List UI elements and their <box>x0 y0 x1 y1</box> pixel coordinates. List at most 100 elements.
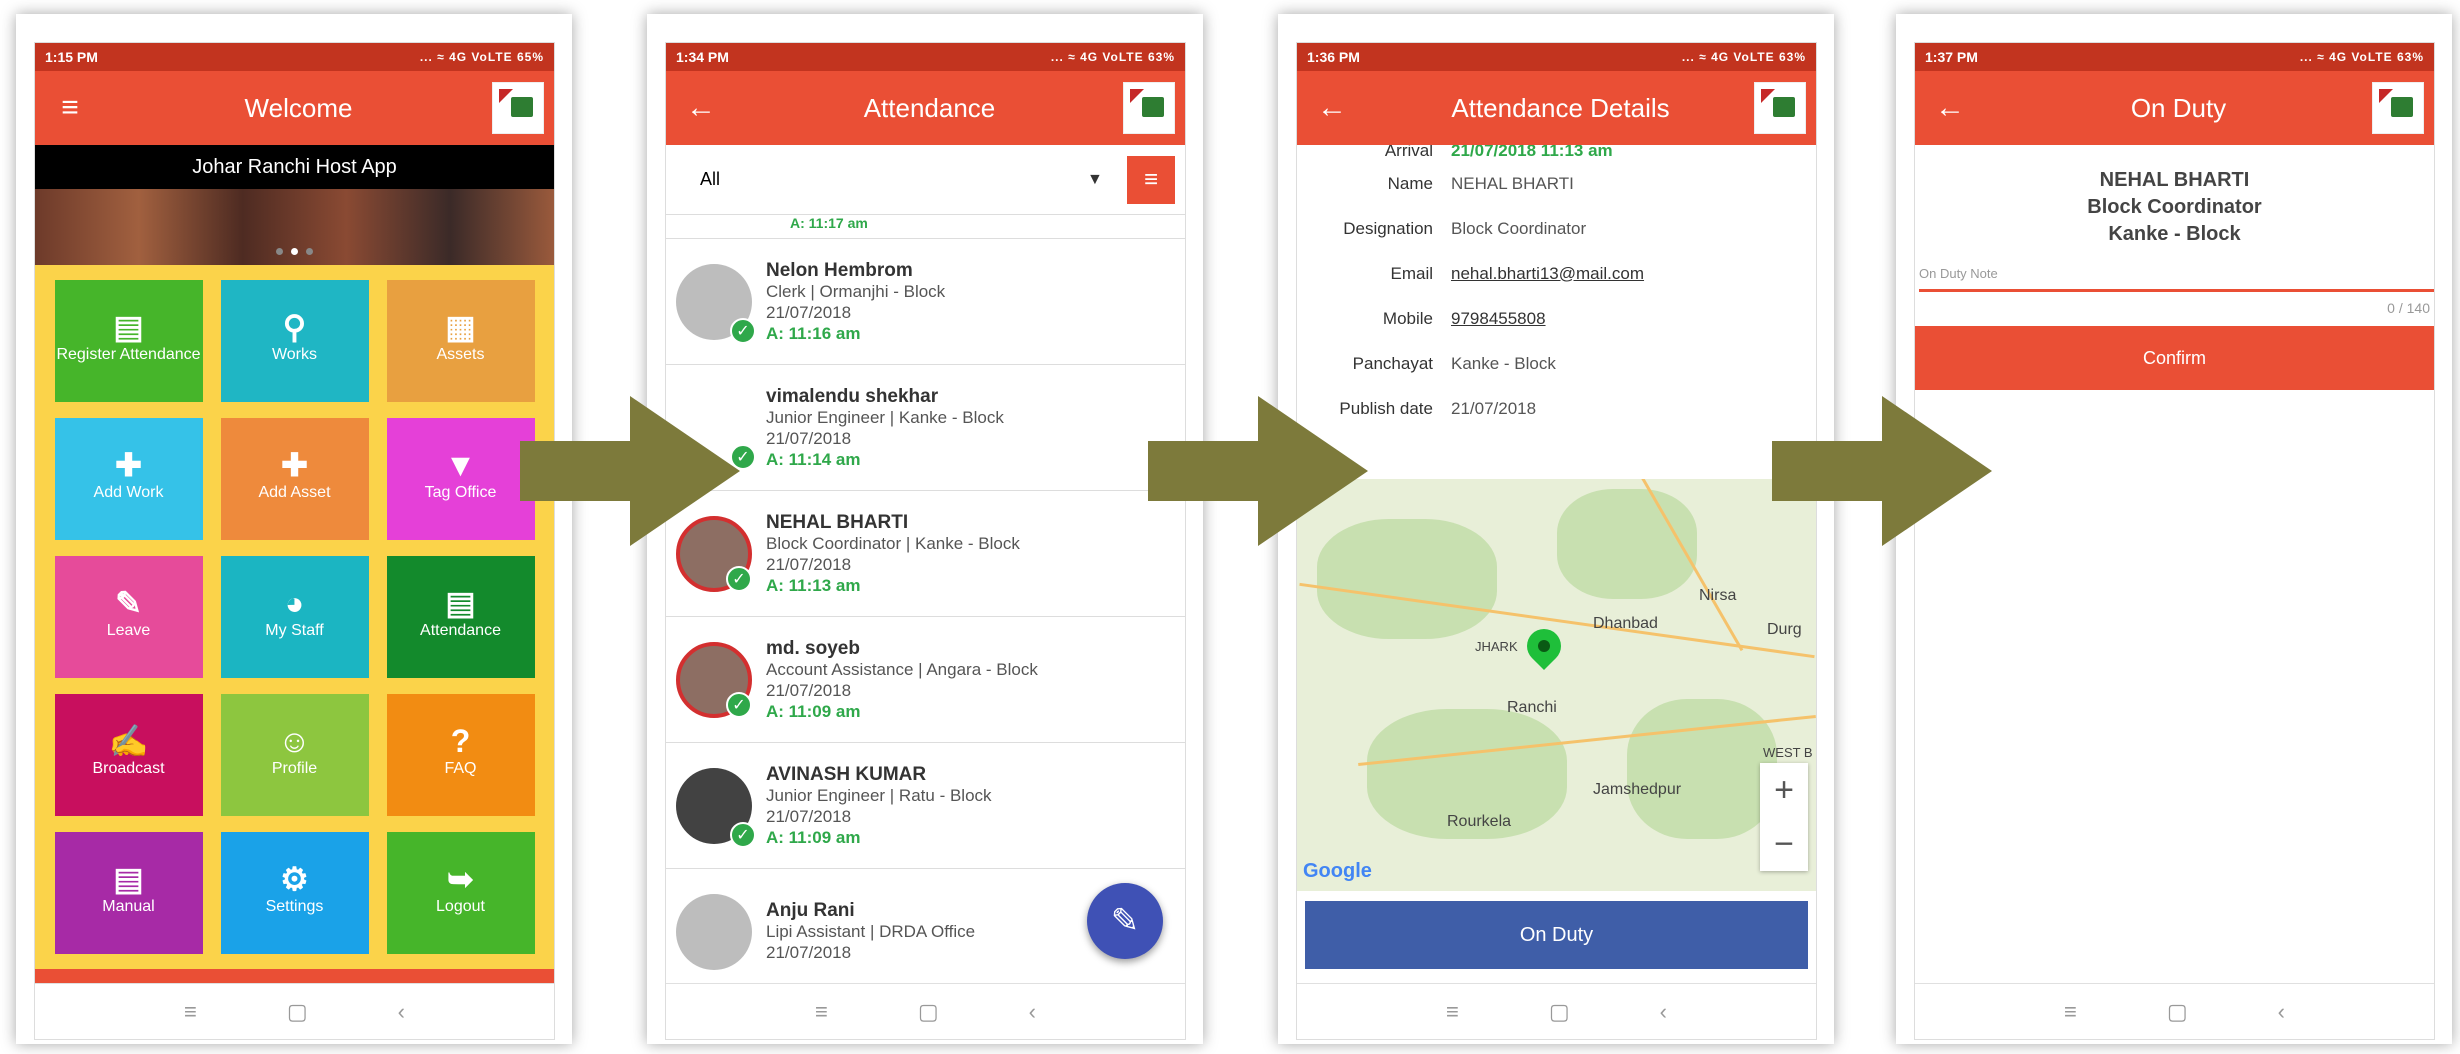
tile-my-staff[interactable]: ◕ My Staff <box>220 556 369 678</box>
staff-role: Clerk | Ormanjhi - Block <box>766 281 946 301</box>
avatar: ✓ <box>676 767 756 848</box>
back-icon[interactable]: ‹ <box>398 999 405 1025</box>
page-title: On Duty <box>2130 92 2227 123</box>
detail-value[interactable]: 9798455808 <box>1451 309 1546 329</box>
pencil-icon: ✎ <box>1110 902 1140 940</box>
tile-broadcast[interactable]: ✍ Broadcast <box>54 694 203 816</box>
location-map[interactable]: Dhanbad Nirsa Durg JHARK Ranchi Jamshedp… <box>1297 479 1816 891</box>
item-info: md. soyeb Account Assistance | Angara - B… <box>766 638 1038 722</box>
detail-key: Arrival <box>1384 145 1433 160</box>
person-summary: NEHAL BHARTI Block Coordinator Kanke - B… <box>1915 145 2434 248</box>
map-label: Nirsa <box>1699 587 1737 604</box>
filter-bar: All ▼ ≡ <box>666 145 1185 215</box>
avatar: ✓ <box>676 263 756 344</box>
filter-icon: ≡ <box>1143 165 1158 193</box>
home-icon[interactable]: ▢ <box>1549 999 1570 1025</box>
tile-icon: ➥ <box>447 861 474 897</box>
tile-attendance[interactable]: ▤ Attendance <box>386 556 535 678</box>
tile-add-asset[interactable]: ✚ Add Asset <box>220 418 369 540</box>
item-info: AVINASH KUMAR Junior Engineer | Ratu - Bl… <box>766 764 992 848</box>
attendance-date: 21/07/2018 <box>766 554 852 574</box>
item-info: NEHAL BHARTI Block Coordinator | Kanke - … <box>766 512 1020 596</box>
arrival-time: A: 11:14 am <box>766 449 861 469</box>
tile-settings[interactable]: ⚙ Settings <box>220 832 369 954</box>
tile-leave[interactable]: ✎ Leave <box>54 556 203 678</box>
tile-faq[interactable]: ? FAQ <box>386 694 535 816</box>
status-indicators: ... ≈ 4G VoLTE 63% <box>1050 50 1175 64</box>
home-icon[interactable]: ▢ <box>287 999 308 1025</box>
app-logo <box>1123 82 1175 134</box>
tile-icon: ? <box>450 723 471 759</box>
detail-value: 21/07/2018 11:13 am <box>1451 145 1613 160</box>
attendance-list-item[interactable]: ✓ md. soyeb Account Assistance | Angara - … <box>666 617 1185 743</box>
on-duty-screen: 1:37 PM ... ≈ 4G VoLTE 63% ← On Duty NEH… <box>1914 42 2435 1040</box>
tile-icon: ▦ <box>445 309 476 345</box>
back-arrow-icon[interactable]: ← <box>1915 91 1985 125</box>
status-indicators: ... ≈ 4G VoLTE 63% <box>2299 50 2424 64</box>
page-title: Attendance Details <box>1451 92 1670 123</box>
recent-apps-icon[interactable]: ≡ <box>184 999 197 1025</box>
recent-apps-icon[interactable]: ≡ <box>1446 999 1459 1025</box>
on-duty-note-field[interactable]: On Duty Note 0 / 140 <box>1915 266 2434 316</box>
tile-label: Add Asset <box>258 484 331 501</box>
detail-row: Mobile 9798455808 <box>1309 296 1804 341</box>
app-bar: ← Attendance Details <box>1297 71 1816 145</box>
dropdown-icon[interactable]: ▼ <box>1087 171 1127 189</box>
attendance-list-item[interactable]: ✓ AVINASH KUMAR Junior Engineer | Ratu - B… <box>666 743 1185 869</box>
location-pin-icon[interactable] <box>1519 621 1569 671</box>
zoom-out-button[interactable]: − <box>1774 825 1794 864</box>
banner-carousel[interactable] <box>35 189 554 265</box>
zoom-in-button[interactable]: + <box>1774 771 1794 810</box>
tile-tag-office[interactable]: ▼ Tag Office <box>386 418 535 540</box>
app-logo <box>2372 82 2424 134</box>
edit-fab-button[interactable]: ✎ <box>1087 883 1163 959</box>
tile-register-attendance[interactable]: ▤ Register Attendance <box>54 280 203 402</box>
tile-assets[interactable]: ▦ Assets <box>386 280 535 402</box>
attendance-list-item[interactable]: ✓ vimalendu shekhar Junior Engineer | Kank… <box>666 365 1185 491</box>
back-icon[interactable]: ‹ <box>1029 999 1036 1025</box>
system-nav-bar: ≡ ▢ ‹ <box>666 983 1185 1039</box>
back-arrow-icon[interactable]: ← <box>666 91 736 125</box>
map-label: JHARK <box>1475 639 1518 654</box>
detail-value[interactable]: nehal.bharti13@mail.com <box>1451 264 1644 284</box>
staff-name: AVINASH KUMAR <box>766 763 927 785</box>
arrival-time: A: 11:13 am <box>766 575 861 595</box>
status-indicators: ... ≈ 4G VoLTE 65% <box>419 50 544 64</box>
staff-name: md. soyeb <box>766 637 860 659</box>
status-time: 1:37 PM <box>1925 49 1978 65</box>
attendance-list-item[interactable]: ✓ Nelon Hembrom Clerk | Ormanjhi - Block 21… <box>666 239 1185 365</box>
recent-apps-icon[interactable]: ≡ <box>2064 999 2077 1025</box>
flow-arrow-icon <box>1148 396 1368 546</box>
home-icon[interactable]: ▢ <box>2167 999 2188 1025</box>
arrival-time: A: 11:09 am <box>766 701 861 721</box>
attendance-list-item[interactable]: ✓ NEHAL BHARTI Block Coordinator | Kanke -… <box>666 491 1185 617</box>
detail-value: NEHAL BHARTI <box>1451 173 1574 193</box>
detail-key: Panchayat <box>1352 353 1433 373</box>
tile-works[interactable]: ⚲ Works <box>220 280 369 402</box>
filter-select[interactable]: All <box>700 169 1087 190</box>
tile-manual[interactable]: ▤ Manual <box>54 832 203 954</box>
tile-logout[interactable]: ➥ Logout <box>386 832 535 954</box>
tile-add-work[interactable]: ✚ Add Work <box>54 418 203 540</box>
confirm-button[interactable]: Confirm <box>1915 326 2434 390</box>
staff-name: Anju Rani <box>766 900 855 921</box>
tile-profile[interactable]: ☺ Profile <box>220 694 369 816</box>
note-placeholder: On Duty Note <box>1919 266 1998 281</box>
staff-role: Junior Engineer | Kanke - Block <box>766 407 1004 427</box>
tile-label: Assets <box>436 346 485 363</box>
status-bar: 1:36 PM ... ≈ 4G VoLTE 63% <box>1297 43 1816 71</box>
page-title: Attendance <box>863 92 996 123</box>
recent-apps-icon[interactable]: ≡ <box>815 999 828 1025</box>
on-duty-button[interactable]: On Duty <box>1305 901 1808 969</box>
home-icon[interactable]: ▢ <box>918 999 939 1025</box>
tile-label: Tag Office <box>424 484 497 501</box>
back-arrow-icon[interactable]: ← <box>1297 91 1367 125</box>
back-icon[interactable]: ‹ <box>1660 999 1667 1025</box>
menu-icon[interactable]: ≡ <box>35 91 105 125</box>
system-nav-bar: ≡ ▢ ‹ <box>1915 983 2434 1039</box>
char-counter: 0 / 140 <box>2387 300 2430 316</box>
filter-button[interactable]: ≡ <box>1127 155 1175 204</box>
app-subtitle: Johar Ranchi Host App <box>35 145 554 189</box>
back-icon[interactable]: ‹ <box>2278 999 2285 1025</box>
app-bar: ≡ Welcome <box>35 71 554 145</box>
